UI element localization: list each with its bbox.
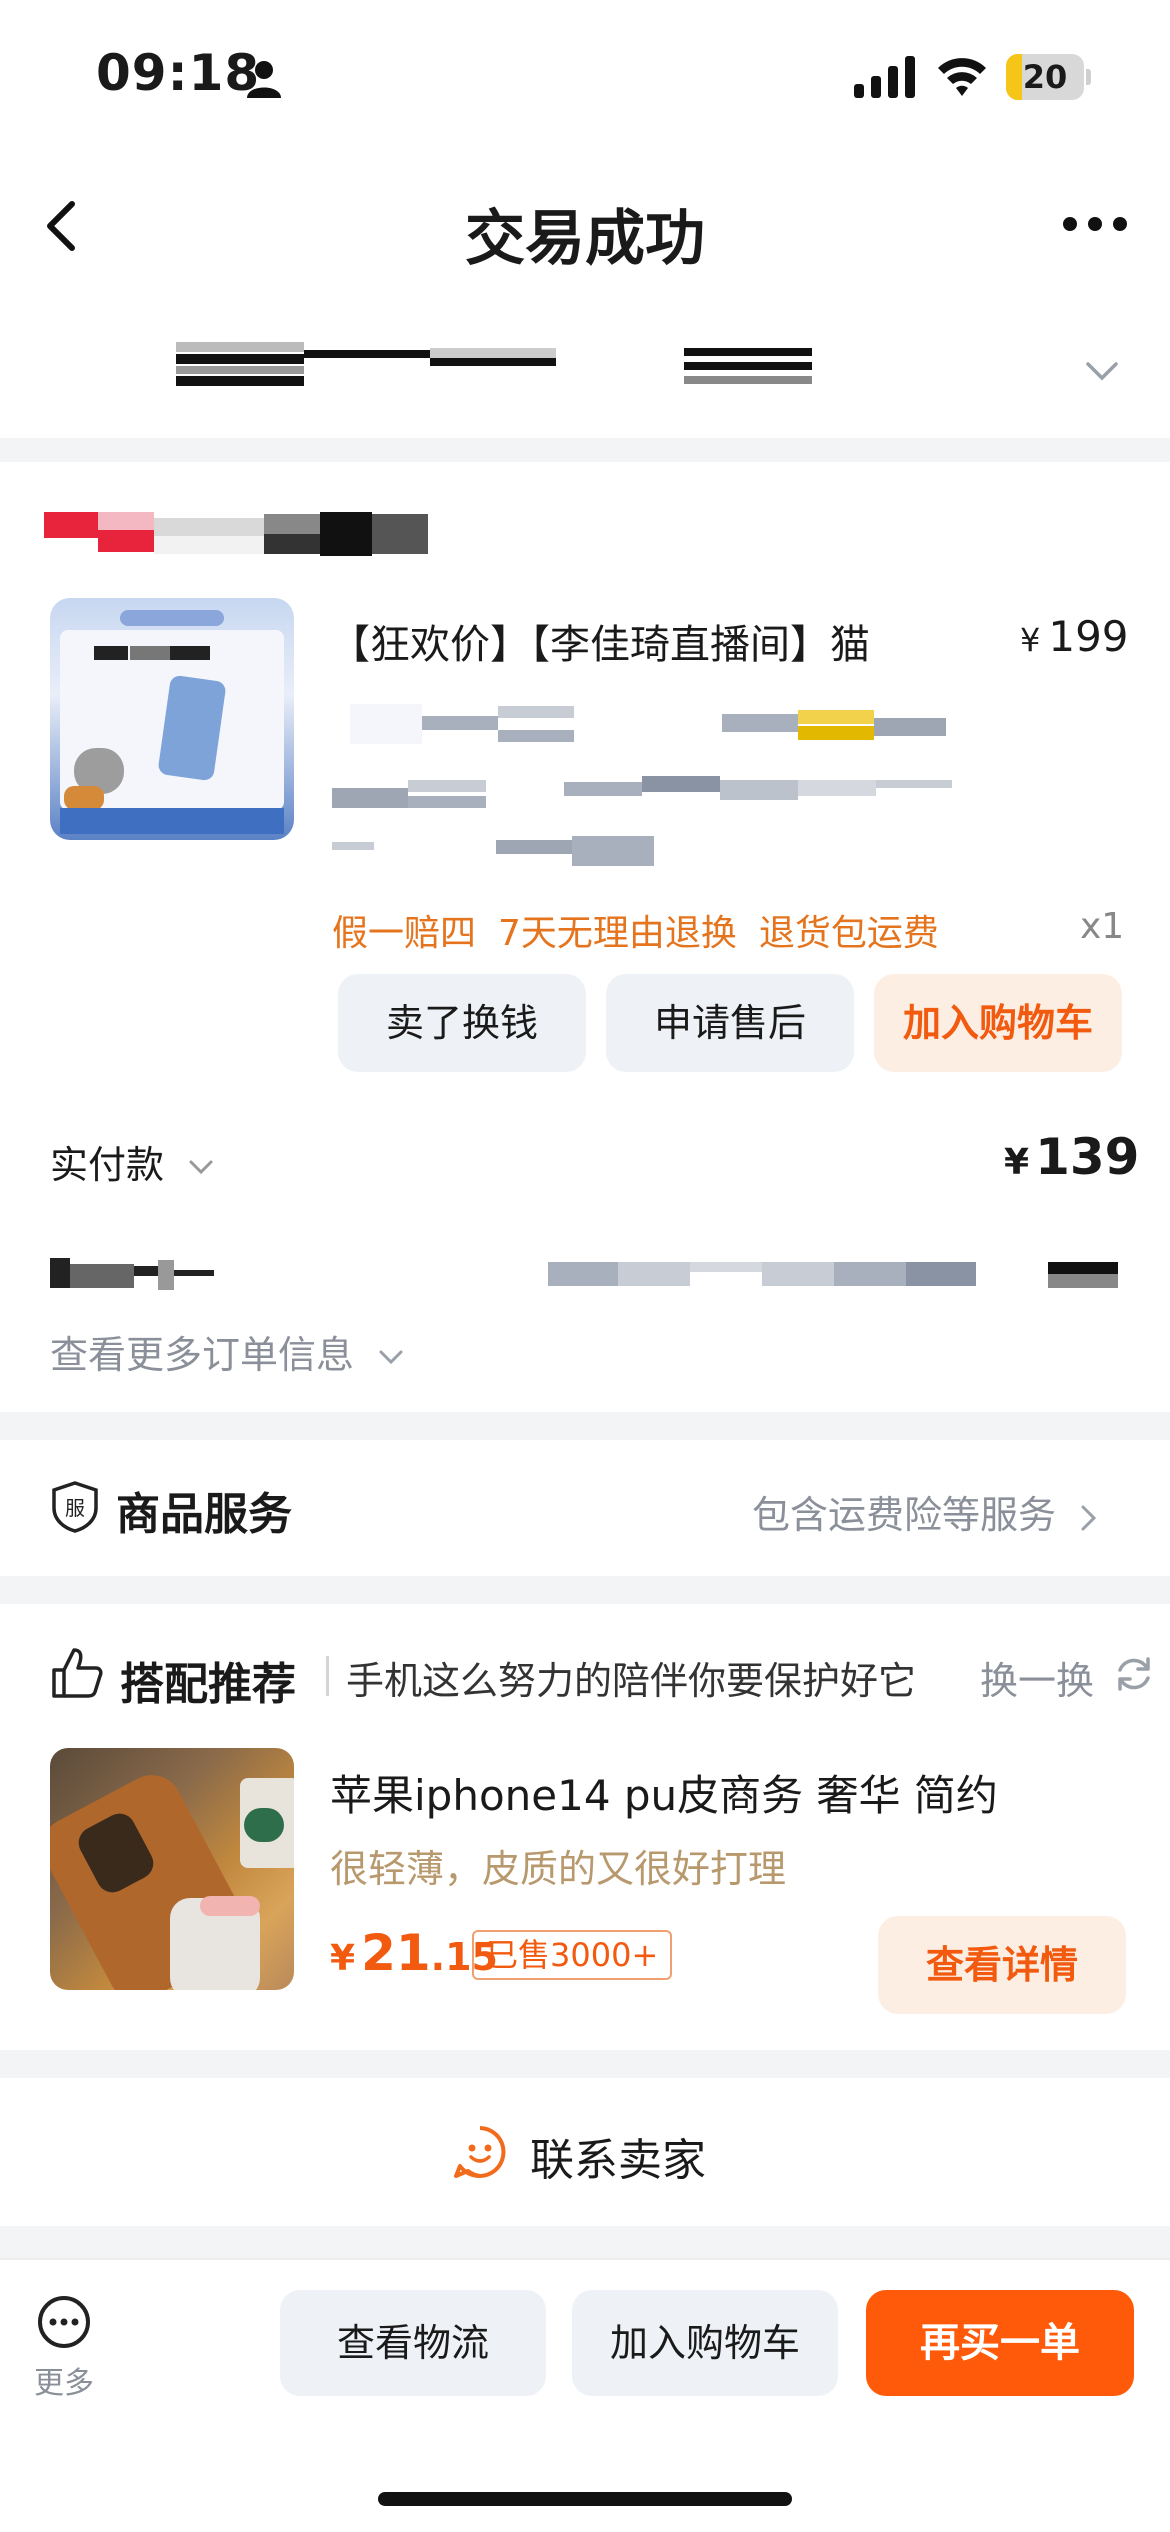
signal-icon: [854, 56, 915, 98]
service-detail[interactable]: 包含运费险等服务: [752, 1484, 1098, 1539]
sold-count-badge: 已售3000+: [472, 1930, 673, 1980]
recommend-title: 搭配推荐: [120, 1659, 296, 1710]
view-logistics-button[interactable]: 查看物流: [280, 2290, 546, 2396]
logistics-summary[interactable]: [0, 300, 1170, 438]
chevron-down-icon: [379, 1350, 403, 1364]
recommend-thumbnail[interactable]: [50, 1748, 294, 1990]
bottom-action-bar: 更多 查看物流 加入购物车 再买一单: [0, 2258, 1170, 2532]
product-thumbnail[interactable]: [50, 598, 294, 840]
chevron-down-icon: [189, 1160, 213, 1174]
sell-button[interactable]: 卖了换钱: [338, 974, 586, 1072]
service-badges: 假一赔四 7天无理由退换 退货包运费: [332, 904, 961, 956]
status-bar: 09:18 20: [0, 0, 1170, 150]
more-order-info-label: 查看更多订单信息: [50, 1333, 355, 1377]
more-label[interactable]: 更多: [34, 2358, 94, 2402]
quantity: x1: [1080, 906, 1125, 947]
buy-again-button[interactable]: 再买一单: [866, 2290, 1134, 2396]
add-to-cart-bottom-button[interactable]: 加入购物车: [572, 2290, 838, 2396]
more-icon[interactable]: [36, 2294, 92, 2350]
seller-chat-icon: [454, 2126, 506, 2178]
person-icon: [247, 61, 281, 98]
recommend-item-desc: 很轻薄，皮质的又很好打理: [330, 1847, 787, 1891]
paid-label-row[interactable]: 实付款: [50, 1134, 214, 1189]
nav-bar: 交易成功: [0, 150, 1170, 300]
thumbs-up-icon: [52, 1648, 103, 1698]
view-detail-button[interactable]: 查看详情: [878, 1916, 1126, 2014]
swap-button[interactable]: 换一换: [980, 1650, 1094, 1705]
recommend-subtitle: 手机这么努力的陪伴你要保护好它: [346, 1659, 917, 1703]
more-options-icon[interactable]: [1060, 212, 1130, 236]
paid-label: 实付款: [50, 1143, 165, 1187]
battery-level: 20: [1022, 58, 1068, 96]
badge-seven-day-return: 7天无理由退换: [498, 913, 737, 954]
product-price: ¥199: [1020, 612, 1129, 661]
shield-icon: 服: [52, 1481, 98, 1533]
battery-indicator: 20: [1006, 54, 1091, 100]
product-title[interactable]: 【狂欢价】【李佳琦直播间】猫: [330, 612, 870, 670]
page-title: 交易成功: [465, 204, 705, 274]
svg-text:服: 服: [65, 1496, 85, 1520]
add-to-cart-button[interactable]: 加入购物车: [874, 974, 1122, 1072]
service-detail-label: 包含运费险等服务: [752, 1493, 1057, 1537]
more-order-info[interactable]: 查看更多订单信息: [50, 1324, 404, 1379]
chevron-right-icon: [1081, 1505, 1097, 1530]
contact-seller-label[interactable]: 联系卖家: [530, 2124, 706, 2188]
wifi-icon: [938, 58, 986, 96]
paid-amount: ¥139: [1004, 1128, 1140, 1186]
chevron-down-icon[interactable]: [1084, 360, 1120, 384]
service-label: 商品服务: [116, 1489, 292, 1540]
home-indicator: [378, 2492, 792, 2506]
refresh-icon[interactable]: [1114, 1654, 1154, 1694]
after-sale-button[interactable]: 申请售后: [606, 974, 854, 1072]
recommend-item-name[interactable]: 苹果iphone14 pu皮商务 奢华 简约: [330, 1762, 998, 1823]
badge-fake-compensation: 假一赔四: [332, 913, 477, 954]
divider: [326, 1656, 329, 1696]
status-time: 09:18: [96, 44, 261, 102]
badge-free-return-shipping: 退货包运费: [758, 913, 939, 954]
